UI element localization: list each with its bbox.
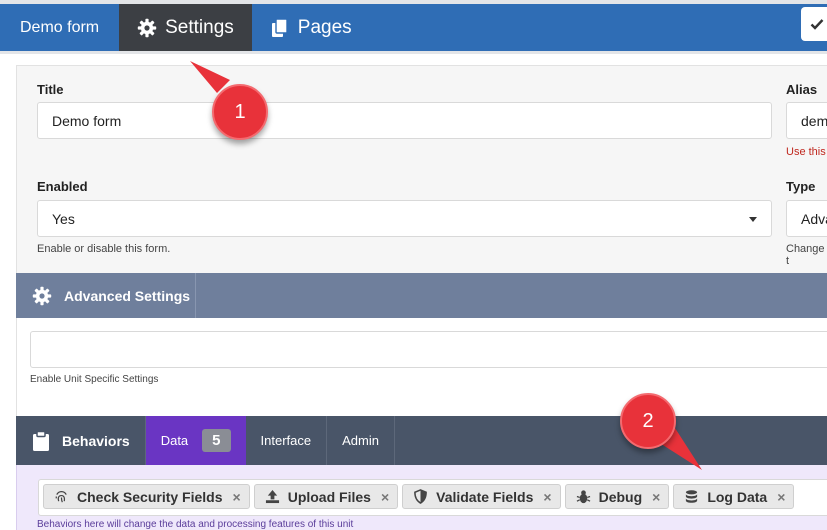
tab-interface-label: Interface xyxy=(260,433,312,448)
chip-upload-files[interactable]: Upload Files × xyxy=(253,484,399,509)
remove-icon[interactable]: × xyxy=(381,489,389,505)
unit-settings-help: Enable Unit Specific Settings xyxy=(30,374,159,385)
type-label: Type xyxy=(786,179,816,194)
tab-data-label: Data xyxy=(160,433,189,448)
data-count-badge: 5 xyxy=(202,429,231,452)
chip-label: Upload Files xyxy=(287,488,371,505)
tab-label: Settings xyxy=(165,16,234,38)
tab-label: Pages xyxy=(297,16,352,38)
chip-validate-fields[interactable]: Validate Fields × xyxy=(402,484,561,509)
nav-tabs: Demo form Settings Pages xyxy=(0,4,827,51)
type-select-value: Adva xyxy=(801,210,827,227)
alias-help: Use this xyxy=(786,146,826,158)
caret-down-icon xyxy=(749,217,757,222)
chip-label: Log Data xyxy=(707,488,768,505)
title-label: Title xyxy=(37,82,64,97)
shield-icon xyxy=(414,489,428,504)
chip-label: Validate Fields xyxy=(436,488,534,505)
type-help: Change t xyxy=(786,243,825,267)
behaviors-title: Behaviors xyxy=(62,432,130,449)
tab-admin[interactable]: Admin xyxy=(327,416,395,465)
confirm-button[interactable] xyxy=(801,7,827,41)
top-bar: Demo form Settings Pages xyxy=(0,0,827,54)
alias-input-value: dem xyxy=(801,112,827,129)
type-select[interactable]: Adva xyxy=(786,200,827,237)
behaviors-header: Behaviors xyxy=(16,416,146,465)
check-icon xyxy=(810,19,824,30)
bug-icon xyxy=(576,490,590,504)
callout-1: 1 xyxy=(212,84,268,140)
chip-label: Debug xyxy=(598,488,643,505)
tab-pages[interactable]: Pages xyxy=(252,4,370,51)
pages-icon xyxy=(271,17,288,37)
behaviors-help: Behaviors here will change the data and … xyxy=(37,519,354,530)
database-icon xyxy=(686,490,698,503)
title-input-value: Demo form xyxy=(52,112,122,129)
remove-icon[interactable]: × xyxy=(543,489,551,505)
enabled-select[interactable]: Yes xyxy=(37,200,772,237)
chip-check-security-fields[interactable]: Check Security Fields × xyxy=(43,484,250,509)
gear-icon xyxy=(32,286,52,305)
chip-debug[interactable]: Debug × xyxy=(564,484,670,509)
unit-settings-input[interactable] xyxy=(30,331,827,368)
advanced-settings-title: Advanced Settings xyxy=(64,287,191,304)
tab-demo-form[interactable]: Demo form xyxy=(0,4,119,51)
advanced-settings-header[interactable]: Advanced Settings xyxy=(16,273,196,318)
chip-log-data[interactable]: Log Data × xyxy=(673,484,795,509)
remove-icon[interactable]: × xyxy=(777,489,785,505)
callout-number: 2 xyxy=(642,409,654,432)
tab-admin-label: Admin xyxy=(342,433,379,448)
callout-2: 2 xyxy=(620,393,676,449)
alias-label: Alias xyxy=(786,82,818,97)
upload-icon xyxy=(265,489,279,504)
enabled-help: Enable or disable this form. xyxy=(37,243,171,255)
clipboard-icon xyxy=(33,430,49,451)
chip-label: Check Security Fields xyxy=(77,488,223,505)
tab-label: Demo form xyxy=(20,18,100,36)
tab-interface[interactable]: Interface xyxy=(246,416,328,465)
tab-settings[interactable]: Settings xyxy=(119,4,252,51)
title-input[interactable]: Demo form xyxy=(37,102,772,139)
enabled-select-value: Yes xyxy=(52,210,75,227)
gear-icon xyxy=(137,18,157,37)
callout-number: 1 xyxy=(234,100,246,123)
advanced-settings-bar: Advanced Settings xyxy=(16,273,827,318)
alias-input[interactable]: dem xyxy=(786,102,827,139)
tab-data[interactable]: Data 5 xyxy=(145,416,246,465)
enabled-label: Enabled xyxy=(37,179,88,194)
remove-icon[interactable]: × xyxy=(233,489,241,505)
remove-icon[interactable]: × xyxy=(652,489,660,505)
fingerprint-icon xyxy=(55,491,67,503)
behaviors-chip-input[interactable]: Check Security Fields × Upload Files × V… xyxy=(38,479,827,516)
